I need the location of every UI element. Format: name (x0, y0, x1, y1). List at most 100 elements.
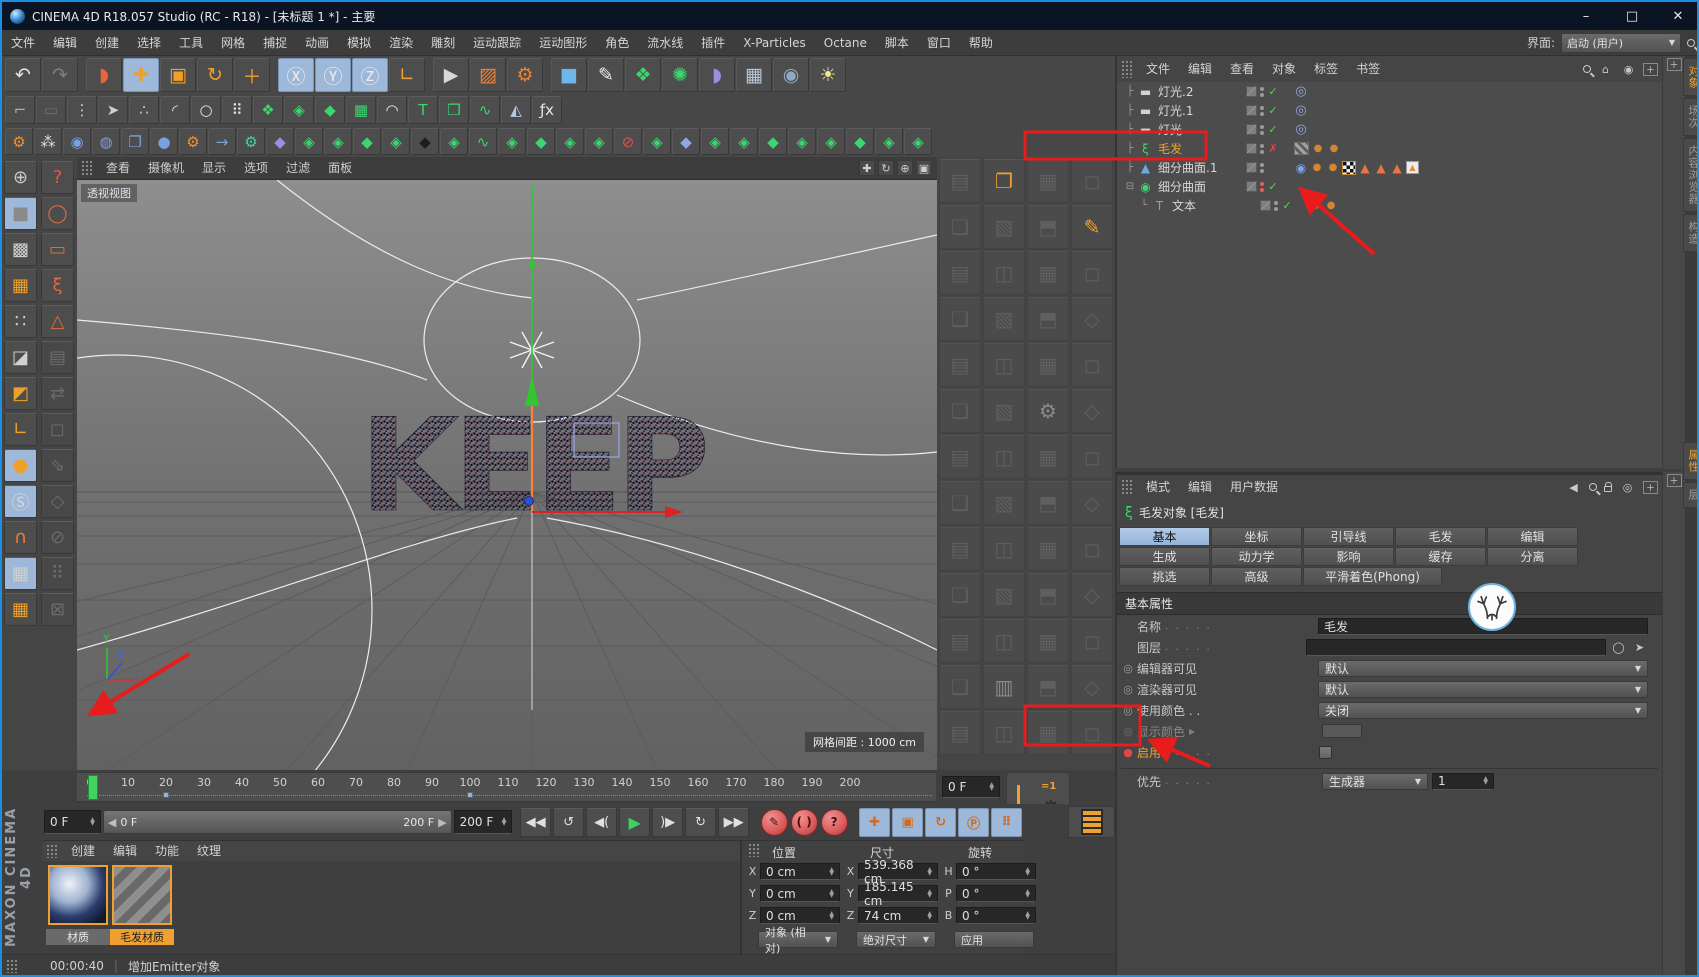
tab-基本[interactable]: 基本 (1119, 527, 1210, 546)
deformer-diamond-icon[interactable]: ◈ (788, 128, 816, 155)
deformer-diamond-icon[interactable]: ◈ (382, 128, 410, 155)
menu-item-帮助[interactable]: 帮助 (960, 30, 1002, 56)
menu-item-标签[interactable]: 标签 (1305, 56, 1347, 82)
coord-system-icon[interactable]: ∟ (389, 58, 425, 92)
menu-item-动画[interactable]: 动画 (296, 30, 338, 56)
tab-坐标[interactable]: 坐标 (1211, 527, 1302, 546)
expand-icon[interactable]: ＋ (1667, 58, 1682, 71)
layer-pick-icon[interactable]: ➤ (1631, 640, 1648, 655)
edges-mode-icon[interactable]: ◪ (4, 341, 37, 374)
axis-mode-icon[interactable]: ∟ (4, 413, 37, 446)
object-name[interactable]: 灯光.2 (1158, 83, 1246, 100)
animation-dot-icon[interactable]: ◎ (1121, 662, 1135, 675)
layer-browse-icon[interactable]: ◯ (1610, 640, 1627, 655)
attr-dropdown-渲染器可见[interactable]: 默认▼ (1318, 681, 1648, 698)
dot-tag-icon[interactable]: ● (1311, 142, 1325, 156)
array-icon[interactable]: ✺ (662, 58, 698, 92)
position-mode-dropdown[interactable]: 对象 (相对)▼ (758, 931, 838, 948)
priority-value-spinner[interactable]: 1▲▼ (1432, 773, 1494, 790)
palette-icon[interactable]: ▤ (939, 343, 981, 387)
menu-item-创建[interactable]: 创建 (86, 30, 128, 56)
mograph-icon[interactable]: ❖ (625, 58, 661, 92)
next-key-button[interactable]: )▶ (652, 808, 683, 837)
help-icon[interactable]: ? (41, 161, 74, 194)
render-picture-viewer-icon[interactable]: ▨ (470, 58, 506, 92)
tri-tag-icon[interactable]: ▲ (1374, 161, 1388, 175)
object-tags[interactable]: ●● (1308, 199, 1338, 213)
palette-icon[interactable]: ◻ (1071, 343, 1113, 387)
search-icon[interactable] (1583, 65, 1591, 73)
menu-item-渲染[interactable]: 渲染 (380, 30, 422, 56)
palette-icon[interactable]: ▥ (983, 665, 1025, 709)
palette-icon[interactable]: ◇ (1071, 389, 1113, 433)
palette-icon[interactable]: ◻ (1071, 619, 1113, 663)
x-axis-lock-icon[interactable]: Ⓧ (278, 58, 314, 92)
hair-material-label[interactable]: 毛发材质 (110, 929, 174, 945)
dock-tab-构造[interactable]: 构造 (1683, 214, 1699, 252)
palette-icon[interactable]: ◫ (983, 343, 1025, 387)
timeline-range-slider[interactable]: ◀ 0 F 200 F ▶ (103, 810, 452, 834)
range-max-spinner[interactable]: 200 F ▲▼ (454, 810, 513, 834)
palette-icon[interactable]: ◫ (983, 435, 1025, 479)
palette-icon[interactable]: ▤ (939, 251, 981, 295)
search-icon[interactable] (1687, 39, 1695, 47)
palette-icon[interactable]: ▤ (939, 527, 981, 571)
palette-icon[interactable]: ▤ (939, 711, 981, 755)
palette-icon[interactable]: ◻ (1071, 159, 1113, 203)
dock-tab-属性[interactable]: 属性 (1683, 442, 1699, 480)
menu-item-书签[interactable]: 书签 (1347, 56, 1389, 82)
palette-icon[interactable]: ◻ (1071, 435, 1113, 479)
target-tag-icon[interactable]: ◎ (1294, 85, 1308, 99)
rotation-P-field[interactable]: 0 °▲▼ (956, 885, 1036, 902)
live-selection-icon[interactable]: ◗ (86, 58, 122, 92)
menu-item-功能[interactable]: 功能 (146, 838, 188, 864)
deformer-diamond-icon[interactable]: ◈ (440, 128, 468, 155)
palette-icon[interactable]: ▧ (983, 481, 1025, 525)
menu-item-面板[interactable]: 面板 (319, 155, 361, 181)
last-tool-icon[interactable]: ＋ (234, 58, 270, 92)
menu-item-过滤[interactable]: 过滤 (277, 155, 319, 181)
deformer-diamond-icon[interactable]: ◈ (585, 128, 613, 155)
menu-item-选项[interactable]: 选项 (235, 155, 277, 181)
freehand-spline-icon[interactable]: ✎ (588, 58, 624, 92)
zoom-view-icon[interactable]: ⊕ (897, 160, 913, 176)
deformer-diamond-icon[interactable]: ◆ (672, 128, 700, 155)
deformer-diamond-icon[interactable]: ◆ (527, 128, 555, 155)
floor-icon[interactable]: ▦ (736, 58, 772, 92)
rect-select-icon[interactable]: ▭ (41, 233, 74, 266)
expand-icon[interactable]: ＋ (1667, 474, 1682, 487)
deformer-swirl-icon[interactable]: ∿ (469, 128, 497, 155)
object-row-毛发[interactable]: ├ξ毛发✗●● (1117, 139, 1662, 158)
key-pla-button[interactable]: ⠿ (991, 808, 1022, 837)
dock-tab-对象[interactable]: 对象 (1683, 58, 1699, 96)
menu-item-窗口[interactable]: 窗口 (918, 30, 960, 56)
object-name[interactable]: 毛发 (1158, 140, 1246, 157)
light-icon[interactable]: ☀ (810, 58, 846, 92)
hair-material-thumbnail[interactable] (112, 865, 172, 925)
menu-item-编辑[interactable]: 编辑 (104, 838, 146, 864)
expand-arrow-icon[interactable]: ▶ (1189, 727, 1195, 736)
keyframe-selection-button[interactable]: ? (821, 809, 848, 836)
lasso-select-icon[interactable]: ξ (41, 269, 74, 302)
palette-icon[interactable]: ▦ (1027, 435, 1069, 479)
visibility-toggles[interactable] (1246, 162, 1290, 173)
y-axis-lock-icon[interactable]: Ⓨ (315, 58, 351, 92)
visibility-toggles[interactable]: ✓ (1246, 180, 1290, 193)
position-Z-field[interactable]: 0 cm▲▼ (760, 907, 840, 924)
panel-grip[interactable] (748, 843, 760, 857)
panel-grip[interactable] (1121, 60, 1133, 78)
menu-item-编辑[interactable]: 编辑 (44, 30, 86, 56)
render-settings-icon[interactable]: ⚙ (507, 58, 543, 92)
menu-item-编辑[interactable]: 编辑 (1179, 56, 1221, 82)
deformer-diamond-icon[interactable]: ◈ (904, 128, 932, 155)
attribute-scrollbar[interactable]: ＋ (1662, 472, 1685, 977)
tab-分离[interactable]: 分离 (1487, 547, 1578, 566)
dock-tab-内容浏览器[interactable]: 内容浏览器 (1683, 138, 1699, 212)
arrow-icon[interactable]: → (208, 128, 236, 155)
lock-workplane-icon[interactable]: ▦ (4, 557, 37, 590)
menu-item-创建[interactable]: 创建 (62, 838, 104, 864)
palette-icon[interactable]: ⬒ (1027, 297, 1069, 341)
panel-grip[interactable] (46, 844, 58, 858)
menu-item-用户数据[interactable]: 用户数据 (1221, 474, 1287, 500)
mograph-sym-icon[interactable]: ◈ (284, 96, 314, 124)
